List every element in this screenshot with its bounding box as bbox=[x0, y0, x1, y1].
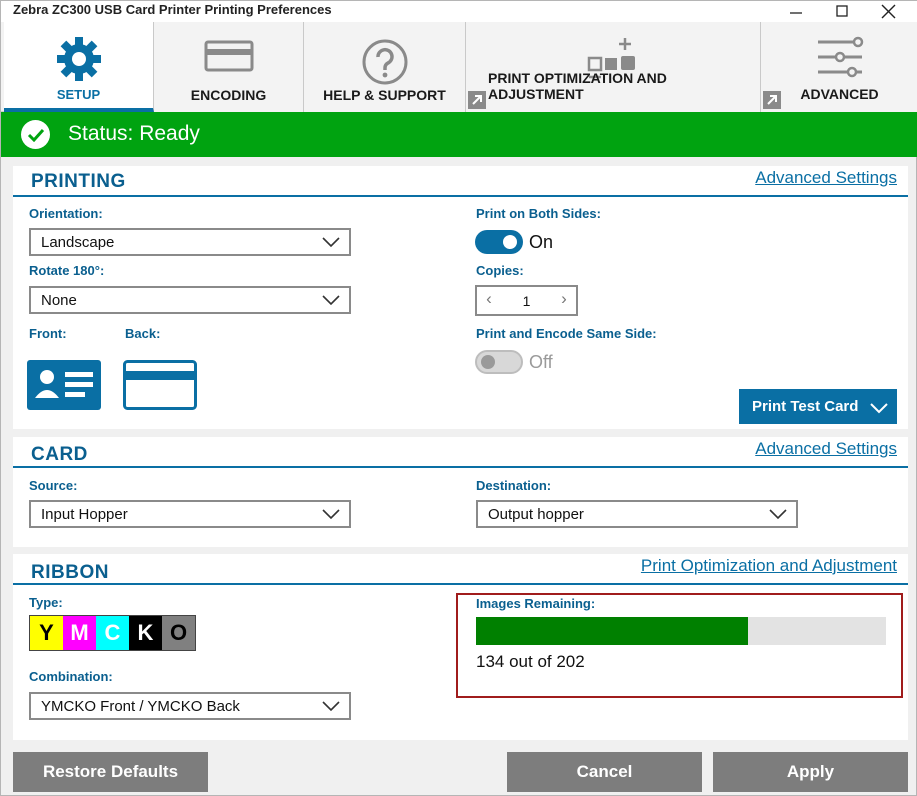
card-header: CARD Advanced Settings bbox=[13, 437, 908, 468]
minimize-icon bbox=[790, 11, 802, 14]
close-button[interactable] bbox=[865, 1, 911, 22]
tab-advanced[interactable]: ADVANCED bbox=[761, 22, 917, 112]
combination-value: YMCKO Front / YMCKO Back bbox=[41, 698, 240, 715]
source-label: Source: bbox=[29, 478, 78, 493]
destination-label: Destination: bbox=[476, 478, 552, 493]
printing-title: PRINTING bbox=[31, 171, 126, 192]
cancel-button[interactable]: Cancel bbox=[507, 752, 702, 792]
title-bar: Zebra ZC300 USB Card Printer Printing Pr… bbox=[1, 1, 917, 22]
both-sides-state: On bbox=[529, 232, 554, 252]
ribbon-header: RIBBON Print Optimization and Adjustment bbox=[13, 554, 908, 585]
checkmark-icon bbox=[21, 120, 50, 149]
increment-icon[interactable]: › bbox=[554, 289, 574, 313]
orientation-label: Orientation: bbox=[29, 206, 103, 221]
tab-bar: SETUP ENCODING HELP & SUPPORT PRINT OPTI… bbox=[1, 22, 917, 112]
combination-select[interactable]: YMCKO Front / YMCKO Back bbox=[29, 692, 351, 720]
maximize-button[interactable] bbox=[819, 1, 865, 22]
status-bar: Status: Ready bbox=[1, 112, 917, 157]
close-icon bbox=[881, 4, 896, 18]
tab-setup[interactable]: SETUP bbox=[4, 22, 154, 112]
encode-same-side-label: Print and Encode Same Side: bbox=[476, 326, 657, 341]
card-back-icon[interactable] bbox=[123, 360, 197, 410]
front-label: Front: bbox=[29, 326, 67, 341]
tab-help-support-label: HELP & SUPPORT bbox=[323, 87, 446, 103]
minimize-button[interactable] bbox=[773, 1, 819, 22]
source-select[interactable]: Input Hopper bbox=[29, 500, 351, 528]
images-remaining-fill bbox=[476, 617, 748, 645]
printing-advanced-settings-link[interactable]: Advanced Settings bbox=[755, 168, 897, 188]
apply-label: Apply bbox=[786, 762, 835, 781]
orientation-select[interactable]: Landscape bbox=[29, 228, 351, 256]
ribbon-panel-k: K bbox=[129, 616, 162, 650]
restore-defaults-label: Restore Defaults bbox=[42, 762, 179, 781]
print-test-card-label: Print Test Card bbox=[752, 398, 859, 415]
tab-print-optimization-label: PRINT OPTIMIZATION AND ADJUSTMENT bbox=[488, 70, 667, 102]
chevron-down-icon bbox=[322, 701, 340, 712]
both-sides-label: Print on Both Sides: bbox=[476, 206, 601, 221]
tab-help-support[interactable]: HELP & SUPPORT bbox=[304, 22, 466, 112]
chevron-down-icon bbox=[870, 403, 888, 414]
images-remaining-bar bbox=[476, 617, 886, 645]
tab-encoding-label: ENCODING bbox=[190, 87, 267, 103]
copies-label: Copies: bbox=[476, 263, 524, 278]
chevron-down-icon bbox=[322, 295, 340, 306]
images-remaining-text: 134 out of 202 bbox=[476, 652, 585, 671]
restore-defaults-button[interactable]: Restore Defaults bbox=[13, 752, 208, 792]
rotate-select[interactable]: None bbox=[29, 286, 351, 314]
tab-advanced-label: ADVANCED bbox=[800, 86, 879, 102]
ribbon-panel-c: C bbox=[96, 616, 129, 650]
both-sides-toggle[interactable] bbox=[475, 230, 523, 254]
tab-encoding[interactable]: ENCODING bbox=[154, 22, 304, 112]
encode-same-side-toggle[interactable] bbox=[475, 350, 523, 374]
expand-arrow-icon bbox=[468, 91, 486, 109]
ribbon-panel: RIBBON Print Optimization and Adjustment… bbox=[13, 554, 908, 740]
back-label: Back: bbox=[125, 326, 161, 341]
source-value: Input Hopper bbox=[41, 506, 128, 523]
card-icon bbox=[204, 40, 253, 72]
rotate-value: None bbox=[41, 292, 77, 309]
ribbon-panel-m: M bbox=[63, 616, 96, 650]
cancel-label: Cancel bbox=[576, 762, 633, 781]
print-test-card-button[interactable]: Print Test Card bbox=[739, 389, 897, 424]
printing-panel: PRINTING Advanced Settings Orientation: … bbox=[13, 166, 908, 429]
combination-label: Combination: bbox=[29, 669, 113, 684]
gear-icon bbox=[56, 37, 101, 81]
tab-setup-label: SETUP bbox=[56, 87, 101, 102]
images-remaining-box: Images Remaining: 134 out of 202 bbox=[456, 593, 903, 698]
encode-same-side-state: Off bbox=[529, 352, 553, 372]
destination-select[interactable]: Output hopper bbox=[476, 500, 798, 528]
ribbon-title: RIBBON bbox=[31, 562, 109, 583]
chevron-down-icon bbox=[322, 509, 340, 520]
chevron-down-icon bbox=[769, 509, 787, 520]
orientation-value: Landscape bbox=[41, 234, 115, 251]
card-title: CARD bbox=[31, 444, 88, 465]
apply-button[interactable]: Apply bbox=[713, 752, 908, 792]
ribbon-panel-o: O bbox=[162, 616, 195, 650]
ribbon-panel-y: Y bbox=[30, 616, 63, 650]
copies-stepper[interactable]: ‹ 1 › bbox=[475, 285, 578, 316]
card-advanced-settings-link[interactable]: Advanced Settings bbox=[755, 439, 897, 459]
status-text: Status: Ready bbox=[68, 122, 200, 145]
sliders-icon bbox=[817, 36, 863, 78]
id-card-front-icon[interactable] bbox=[27, 360, 101, 410]
images-remaining-label: Images Remaining: bbox=[476, 596, 596, 611]
card-panel: CARD Advanced Settings Source: Input Hop… bbox=[13, 437, 908, 547]
tab-print-optimization[interactable]: PRINT OPTIMIZATION AND ADJUSTMENT bbox=[466, 22, 761, 112]
rotate-label: Rotate 180°: bbox=[29, 263, 105, 278]
maximize-icon bbox=[836, 4, 848, 17]
window-title: Zebra ZC300 USB Card Printer Printing Pr… bbox=[13, 2, 332, 17]
chevron-down-icon bbox=[322, 237, 340, 248]
printer-preferences-window: Zebra ZC300 USB Card Printer Printing Pr… bbox=[0, 0, 917, 796]
question-icon bbox=[362, 39, 407, 85]
printing-header: PRINTING Advanced Settings bbox=[13, 166, 908, 197]
type-label: Type: bbox=[29, 595, 63, 610]
print-optimization-link[interactable]: Print Optimization and Adjustment bbox=[641, 556, 897, 576]
destination-value: Output hopper bbox=[488, 506, 584, 523]
ribbon-type-strip: Y M C K O bbox=[29, 615, 196, 651]
